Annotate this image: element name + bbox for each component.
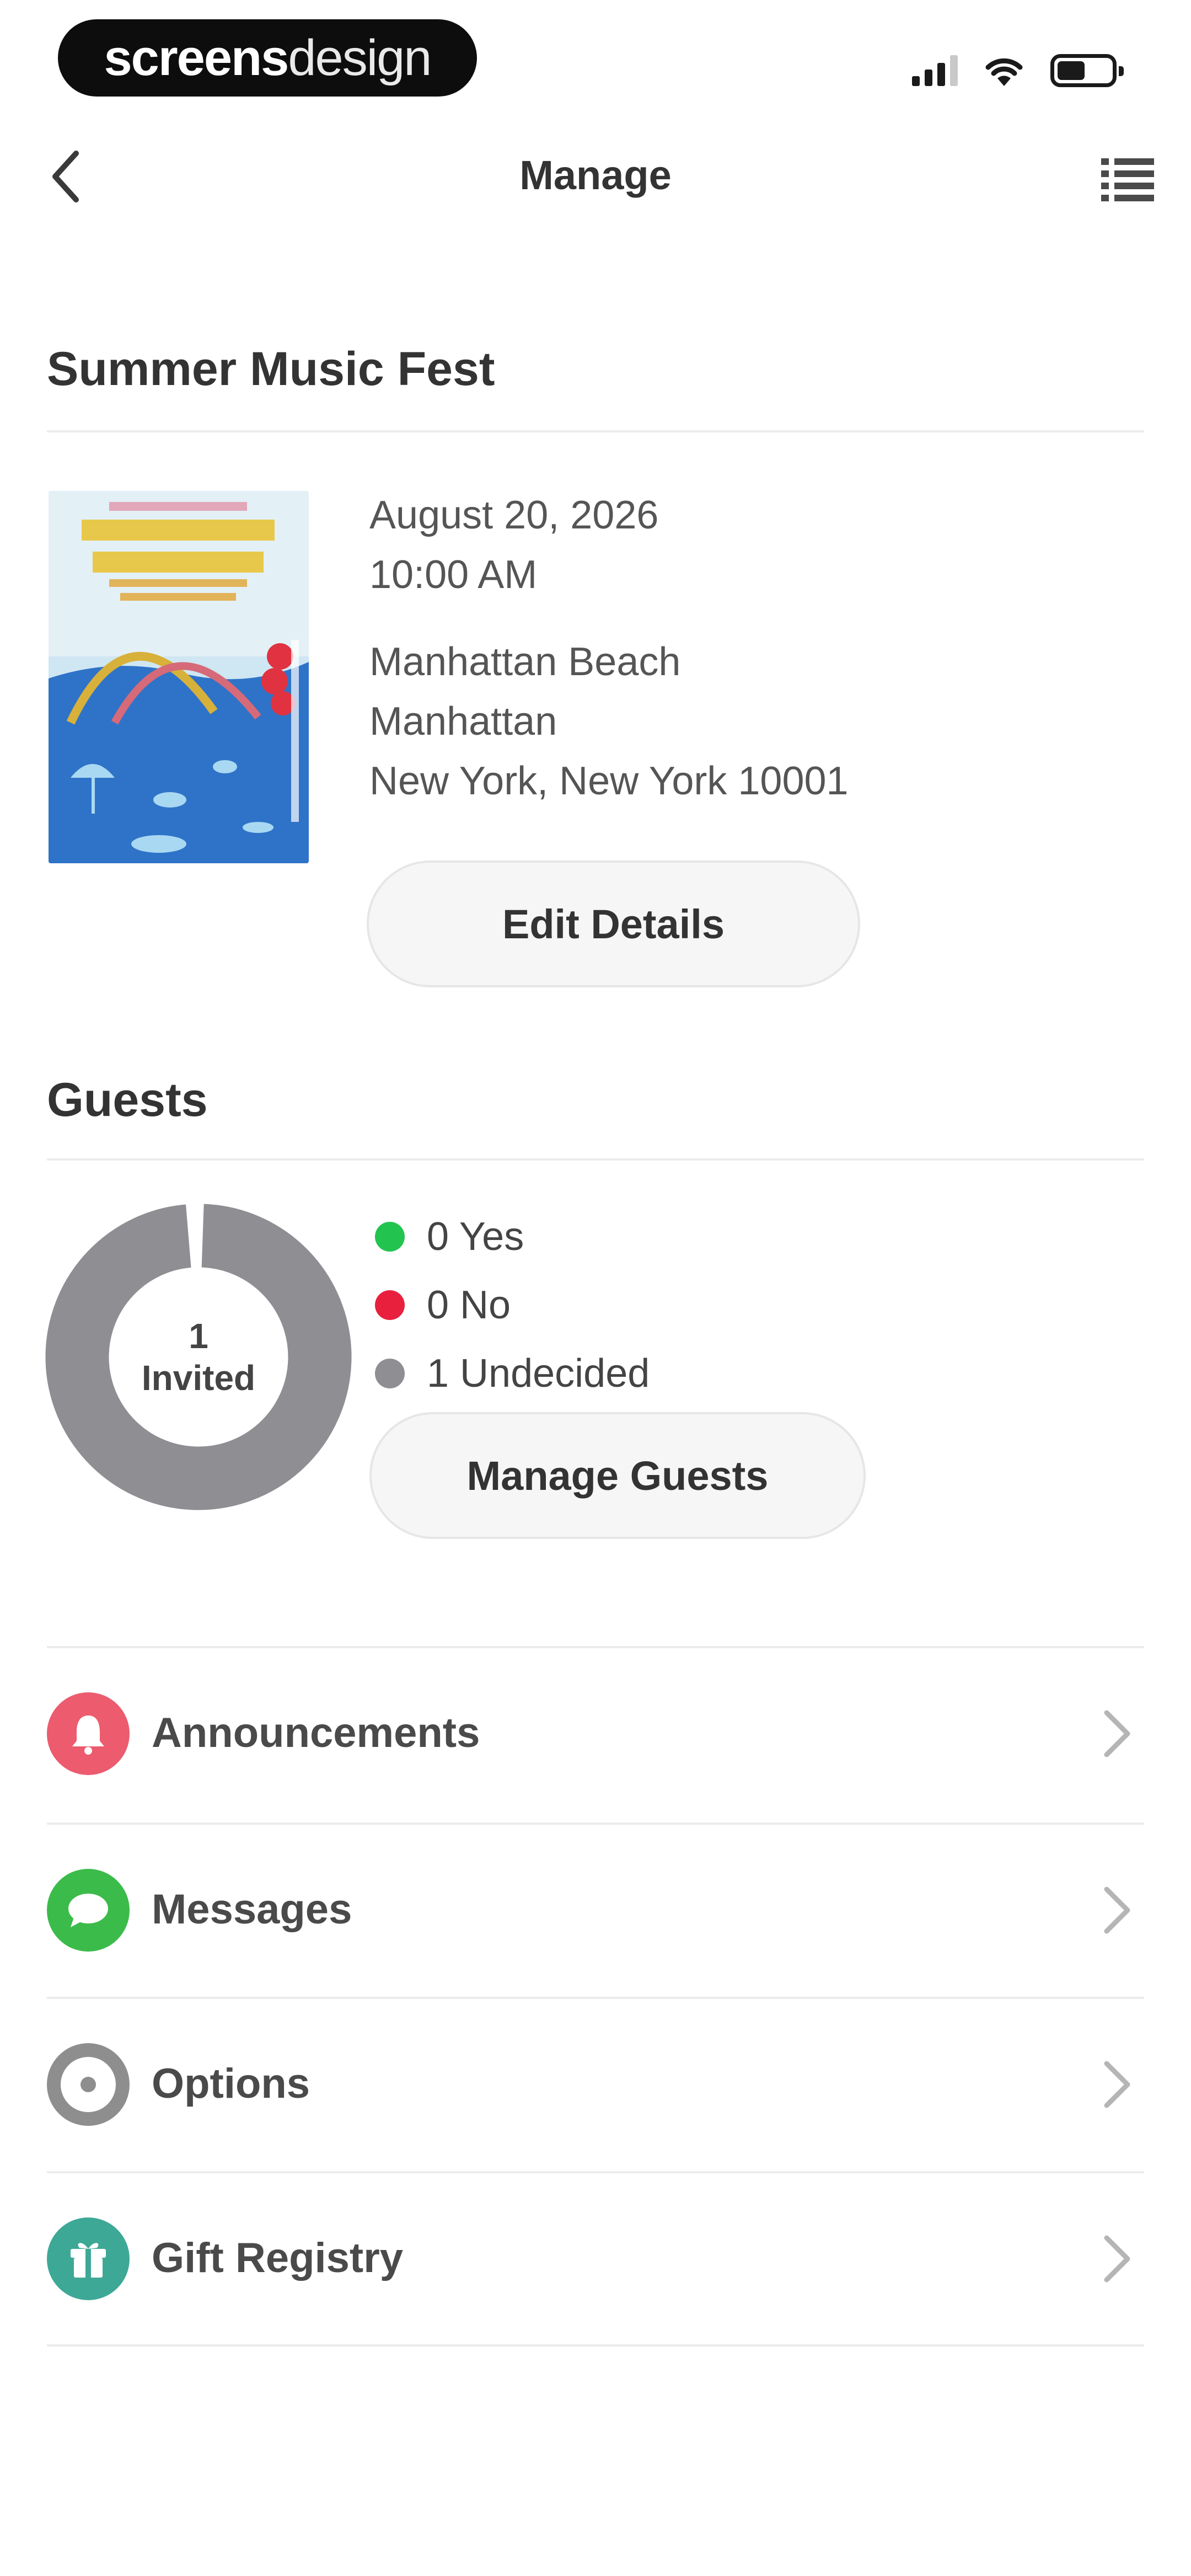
list-item-announcements[interactable]: Announcements <box>47 1648 1144 1823</box>
list-item-label: Gift Registry <box>152 2235 404 2281</box>
chevron-right-icon <box>1104 1710 1130 1757</box>
chevron-right-icon <box>1104 2235 1130 2283</box>
status-icons <box>912 49 1124 93</box>
list-item-gift-registry[interactable]: Gift Registry <box>47 2173 1144 2348</box>
invited-label: Invited <box>141 1358 256 1398</box>
brand-light: design <box>288 29 432 86</box>
list-item-label: Options <box>152 2060 310 2107</box>
gift-icon <box>71 2243 106 2278</box>
legend-item-yes: 0 Yes <box>375 1203 650 1271</box>
divider <box>47 1158 1144 1161</box>
brand-bold: screens <box>104 29 289 86</box>
status-dot-no <box>375 1290 405 1320</box>
event-date: August 20, 2026 <box>369 493 659 537</box>
list-item-label: Messages <box>152 1886 352 1933</box>
chevron-right-icon <box>1104 1886 1130 1934</box>
status-dot-yes <box>375 1222 405 1252</box>
list-item-label: Announcements <box>152 1709 480 1756</box>
legend-item-undecided: 1 Undecided <box>375 1339 650 1408</box>
chevron-right-icon <box>1104 2061 1130 2108</box>
event-city: New York, New York 10001 <box>369 759 849 803</box>
rsvp-legend: 0 Yes 0 No 1 Undecided <box>375 1203 650 1408</box>
divider <box>47 2344 1144 2347</box>
event-venue: Manhattan Beach <box>369 640 681 684</box>
battery-icon <box>1050 54 1124 87</box>
status-dot-undecided <box>375 1359 405 1388</box>
invited-count: 1 <box>189 1316 208 1356</box>
status-bar: screens design <box>0 0 1191 121</box>
list-menu-icon <box>1101 158 1154 201</box>
legend-label: 1 Undecided <box>427 1351 650 1396</box>
edit-details-button[interactable]: Edit Details <box>367 861 860 987</box>
signal-icon <box>912 55 958 86</box>
divider <box>47 430 1144 432</box>
donut-center-label: 1 Invited <box>44 1203 353 1511</box>
poster-artwork <box>49 491 309 863</box>
event-time: 10:00 AM <box>369 553 538 597</box>
chat-bubble-icon <box>68 1894 108 1927</box>
options-icon-badge <box>47 2043 130 2126</box>
event-poster-image[interactable] <box>49 491 309 863</box>
brand-badge: screens design <box>58 19 477 97</box>
event-area: Manhattan <box>369 699 557 744</box>
page-title: Manage <box>519 152 672 198</box>
list-item-options[interactable]: Options <box>47 1999 1144 2173</box>
messages-icon-badge <box>47 1869 130 1952</box>
wifi-icon <box>985 58 1023 86</box>
list-menu-button[interactable] <box>1095 146 1161 212</box>
gift-registry-icon-badge <box>47 2217 130 2300</box>
event-title: Summer Music Fest <box>47 343 495 396</box>
manage-guests-button[interactable]: Manage Guests <box>369 1412 866 1539</box>
legend-label: 0 No <box>427 1283 511 1327</box>
guests-section-title: Guests <box>47 1073 208 1126</box>
event-info: August 20, 2026 10:00 AM Manhattan Beach… <box>369 485 1130 811</box>
list-item-messages[interactable]: Messages <box>47 1825 1144 1999</box>
bell-icon <box>72 1715 104 1755</box>
manage-screen: screens design Manage Summer Music Fest … <box>0 0 1191 2576</box>
target-icon <box>61 2057 116 2112</box>
legend-label: 0 Yes <box>427 1215 524 1259</box>
legend-item-no: 0 No <box>375 1271 650 1339</box>
nav-bar: Manage <box>0 121 1191 232</box>
announcements-icon-badge <box>47 1692 130 1775</box>
